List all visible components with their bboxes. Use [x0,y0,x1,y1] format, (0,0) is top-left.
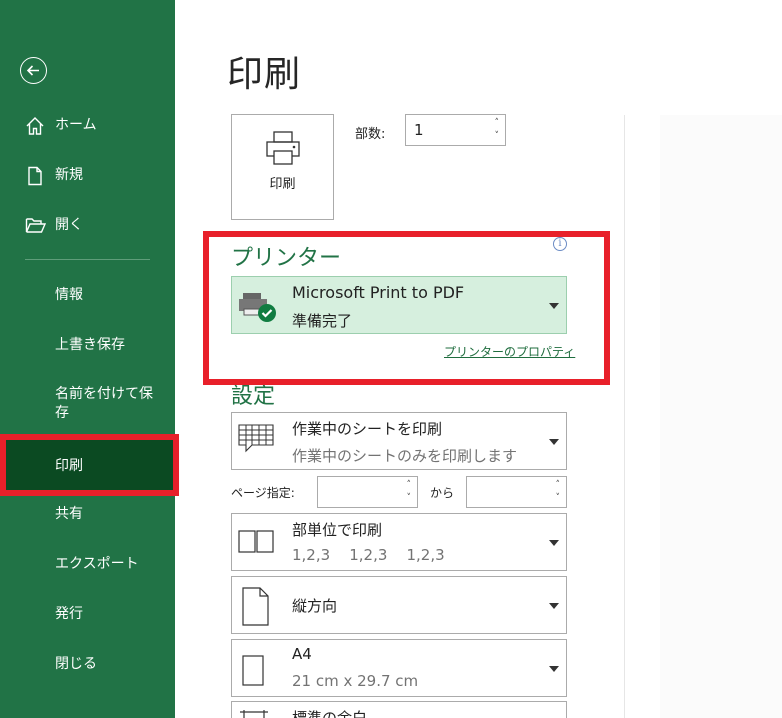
collate-icon [238,530,274,553]
chevron-down-icon [549,303,559,309]
home-icon [26,117,44,135]
sidebar-item-label: 印刷 [55,458,83,474]
print-preview-area [660,115,782,718]
open-folder-icon [25,218,47,233]
chevron-down-icon [549,540,559,546]
collate-subtitle: 1,2,3 1,2,3 1,2,3 [292,546,445,564]
print-what-title: 作業中のシートを印刷 [292,420,443,438]
sidebar-item-print[interactable]: 印刷 [0,434,179,496]
sidebar-item-label: 発行 [55,606,83,622]
page-title: 印刷 [227,54,302,95]
printer-dropdown[interactable]: Microsoft Print to PDF 準備完了 [231,276,567,334]
sidebar-item-label: 情報 [55,287,83,303]
printer-properties-link[interactable]: プリンターのプロパティ [444,343,575,360]
chevron-down-icon [549,666,559,672]
backstage-sidebar: ホーム 新規 開く 情報 上書き保存 名前を付けて保存 共有 エクスポート 発行… [0,0,175,718]
margins-title: 標準の余白 [292,709,368,718]
back-button[interactable] [20,57,47,84]
chevron-down-icon [549,439,559,445]
chevron-down-icon [549,603,559,609]
sidebar-item-label: 名前を付けて保存 [55,386,153,421]
pages-to-stepper[interactable]: ˄ ˅ [556,479,561,505]
paper-size-subtitle: 21 cm x 29.7 cm [292,672,419,690]
sidebar-divider [25,259,150,260]
margins-dropdown[interactable]: 標準の余白 [231,701,567,718]
paper-size-dropdown[interactable]: A4 21 cm x 29.7 cm [231,639,567,697]
orientation-dropdown[interactable]: 縦方向 [231,576,567,634]
back-arrow-icon [26,65,39,76]
preview-divider [624,115,625,718]
print-button[interactable]: 印刷 [231,114,334,220]
portrait-page-icon [242,587,269,626]
print-what-subtitle: 作業中のシートのみを印刷します [292,447,518,465]
printer-icon [266,131,300,165]
printer-name: Microsoft Print to PDF [292,283,465,302]
pages-to-label: から [430,486,455,500]
collate-title: 部単位で印刷 [292,521,383,539]
sidebar-item-label: 開く [55,217,83,233]
pages-to-input[interactable]: ˄ ˅ [466,476,567,508]
sidebar-item-label: 新規 [55,167,83,183]
paper-size-icon [242,655,264,686]
sheet-grid-icon [238,424,274,453]
print-button-label: 印刷 [269,177,296,192]
pages-label: ページ指定: [231,486,295,500]
sidebar-item-label: 閉じる [55,656,97,672]
printer-ready-icon [239,293,276,322]
copies-label: 部数: [355,127,386,142]
pages-from-stepper[interactable]: ˄ ˅ [407,479,412,505]
printer-status: 準備完了 [292,312,353,330]
collate-dropdown[interactable]: 部単位で印刷 1,2,3 1,2,3 1,2,3 [231,513,567,571]
copies-stepper[interactable]: 1 ˄ ˅ [405,114,506,146]
paper-size-title: A4 [292,645,312,663]
margins-icon [240,710,268,718]
sidebar-item-label: 共有 [55,506,83,522]
print-what-dropdown[interactable]: 作業中のシートを印刷 作業中のシートのみを印刷します [231,412,567,470]
settings-section-title: 設定 [231,384,276,409]
pages-from-input[interactable]: ˄ ˅ [317,476,418,508]
sidebar-item-label: 上書き保存 [55,337,125,353]
printer-section-title: プリンター [231,246,342,271]
copies-value: 1 [414,121,424,139]
info-icon[interactable]: i [553,237,567,251]
orientation-title: 縦方向 [292,597,338,615]
new-document-icon [28,166,42,186]
copies-stepper-arrows[interactable]: ˄ ˅ [495,117,500,143]
sidebar-item-label: エクスポート [55,556,139,572]
sidebar-item-label: ホーム [55,117,97,133]
